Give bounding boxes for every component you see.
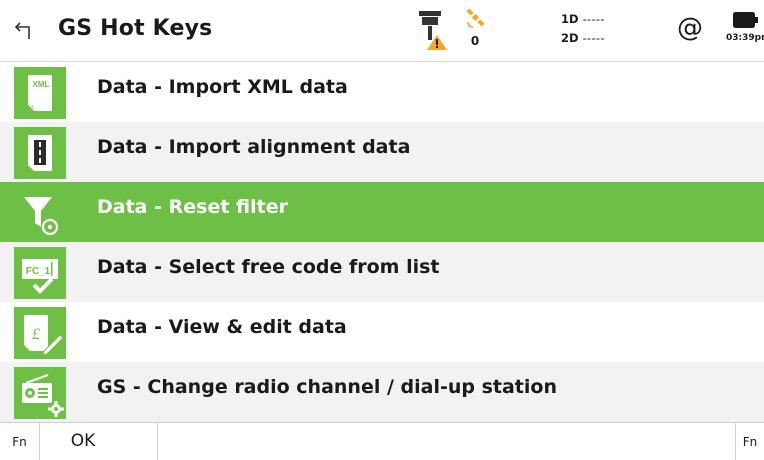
item-label: GS - Change radio channel / dial-up stat… xyxy=(97,376,557,398)
xml-file-icon: XML xyxy=(14,67,66,119)
edit-data-icon: £ xyxy=(14,307,66,359)
road-alignment-icon xyxy=(14,127,66,179)
list-item-import-xml[interactable]: XML Data - Import XML data xyxy=(0,62,764,122)
radio-settings-icon xyxy=(14,367,66,419)
hot-key-list: XML Data - Import XML data Data - Import… xyxy=(0,62,764,422)
item-label: Data - Import alignment data xyxy=(97,136,411,158)
svg-text:FC_1: FC_1 xyxy=(26,266,51,277)
item-label: Data - Import XML data xyxy=(97,76,348,98)
filter-reset-icon xyxy=(14,187,66,239)
clock: 03:39pm xyxy=(726,33,764,43)
title-bar: GS Hot Keys 0 1D ----- 2D ----- @ 03:39p xyxy=(0,0,764,62)
page-title: GS Hot Keys xyxy=(58,16,213,41)
list-item-import-alignment[interactable]: Data - Import alignment data xyxy=(0,122,764,182)
item-label: Data - Select free code from list xyxy=(97,256,440,278)
ok-button[interactable]: OK xyxy=(40,423,158,460)
satellite-icon xyxy=(466,8,485,28)
quality-2d: 2D ----- xyxy=(561,31,605,45)
fn-key-right[interactable]: Fn xyxy=(735,423,764,460)
quality-1d: 1D ----- xyxy=(561,12,605,26)
gnss-receiver-warning-icon[interactable] xyxy=(417,9,449,51)
item-label: Data - Reset filter xyxy=(97,196,288,218)
free-code-icon: FC_1 xyxy=(14,247,66,299)
list-item-view-edit-data[interactable]: £ Data - View & edit data xyxy=(0,302,764,362)
fn-key-left[interactable]: Fn xyxy=(0,423,40,460)
back-arrow-icon[interactable] xyxy=(12,17,38,43)
battery-icon[interactable] xyxy=(733,12,759,28)
coordinate-quality: 1D ----- 2D ----- xyxy=(561,10,605,48)
satellite-status[interactable]: 0 xyxy=(465,8,495,54)
svg-text:XML: XML xyxy=(33,80,50,89)
at-icon[interactable]: @ xyxy=(677,13,703,43)
list-item-reset-filter[interactable]: Data - Reset filter xyxy=(0,182,764,242)
item-label: Data - View & edit data xyxy=(97,316,347,338)
list-item-select-free-code[interactable]: FC_1 Data - Select free code from list xyxy=(0,242,764,302)
satellite-count: 0 xyxy=(470,34,480,48)
list-item-change-radio[interactable]: GS - Change radio channel / dial-up stat… xyxy=(0,362,764,422)
softkey-bar: Fn OK Fn xyxy=(0,422,764,460)
svg-text:£: £ xyxy=(32,326,41,343)
